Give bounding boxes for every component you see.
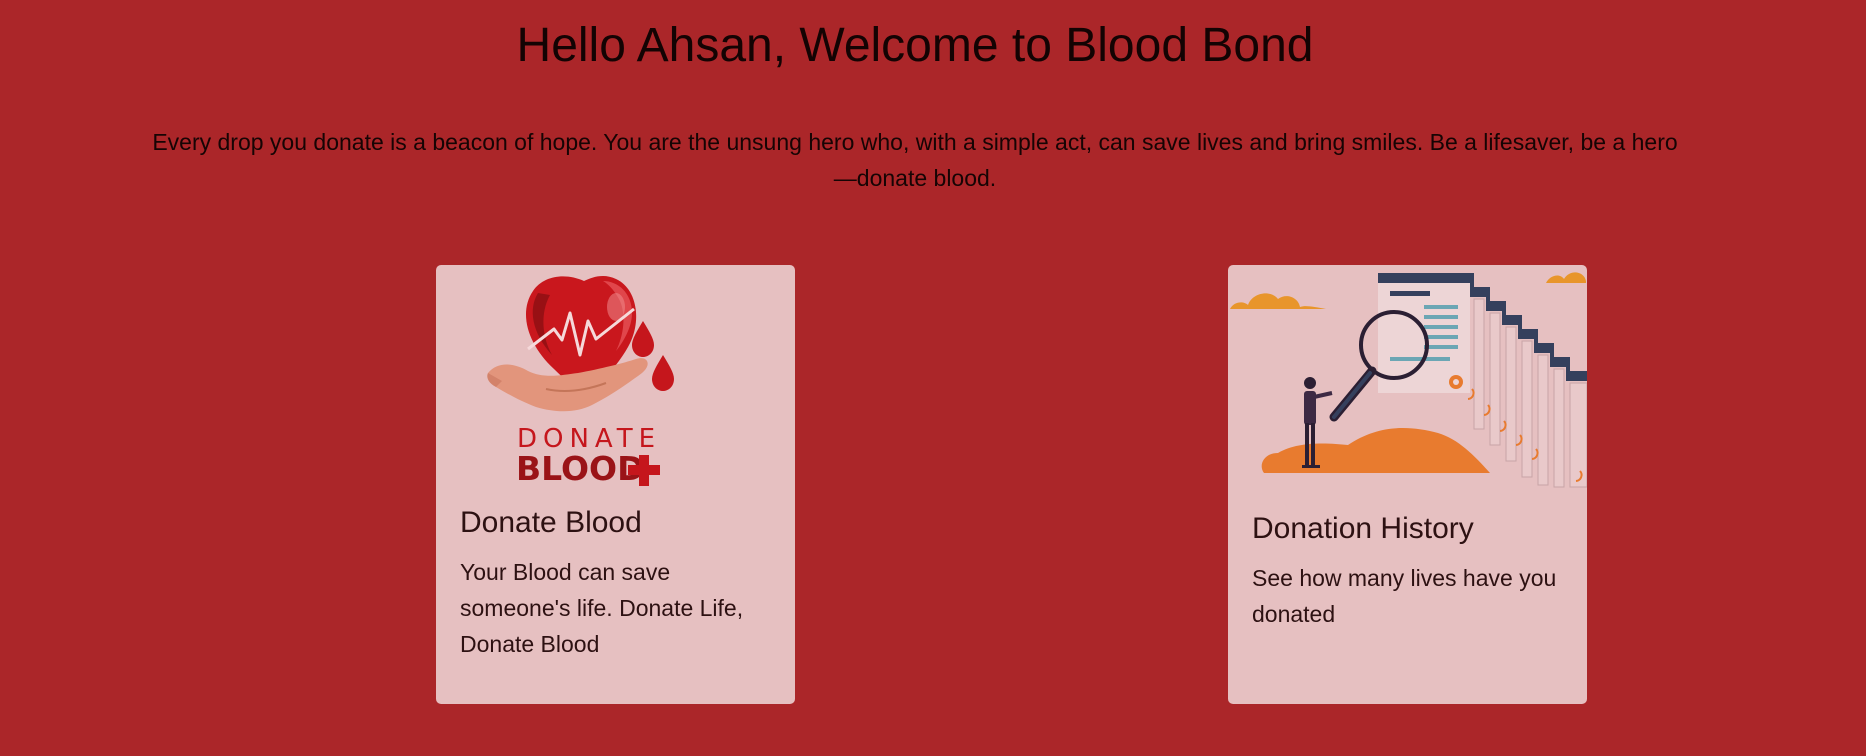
donate-blood-card[interactable]: DONATE BLOOD Donate Blood Your Blood can… (436, 265, 795, 704)
logo-blood-text: BLOOD (516, 449, 645, 488)
page-title: Hello Ahsan, Welcome to Blood Bond (516, 19, 1314, 72)
intro-text: Every drop you donate is a beacon of hop… (152, 129, 1678, 191)
donation-history-illustration (1230, 272, 1587, 488)
donate-blood-logo-image: DONATE BLOOD (487, 275, 674, 488)
donation-history-title: Donation History (1252, 512, 1474, 545)
donation-history-description: See how many lives have you donated (1252, 565, 1557, 627)
cloud-icon (1230, 293, 1326, 309)
donate-blood-title: Donate Blood (460, 506, 642, 539)
donation-history-card[interactable]: Donation History See how many lives have… (1228, 265, 1587, 704)
donate-blood-description: Your Blood can save someone's life. Dona… (460, 559, 744, 657)
blood-drop-icon (652, 355, 674, 391)
ground-shape (1261, 428, 1490, 473)
cloud-icon (1546, 272, 1586, 283)
